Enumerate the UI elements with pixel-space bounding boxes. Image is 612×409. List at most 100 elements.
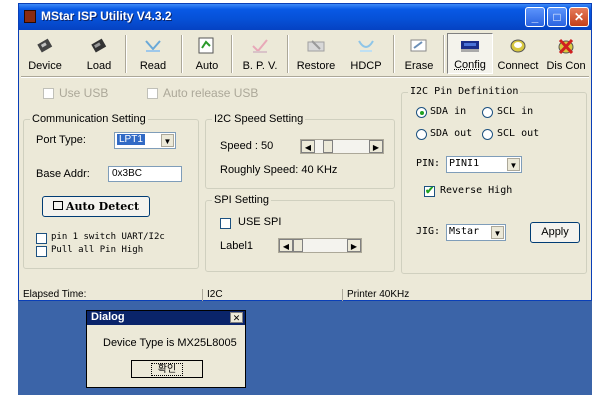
auto-detect-icon <box>52 201 63 210</box>
scl-out-label: SCL out <box>497 128 540 139</box>
i2c-speed-group: I2C Speed Setting Speed : 50 ◀ ▶ Roughly… <box>205 113 395 189</box>
chevron-down-icon[interactable]: ▼ <box>161 134 174 147</box>
toolbar-restore-button[interactable]: Restore <box>291 33 341 74</box>
device-type-dialog: Dialog ✕ Device Type is MX25L8005 확인 <box>86 310 246 388</box>
sda-out-radio[interactable] <box>416 129 427 140</box>
i2c-speed-title: I2C Speed Setting <box>212 113 306 125</box>
use-spi-checkbox[interactable] <box>220 218 231 229</box>
scl-in-label: SCL in <box>497 106 534 117</box>
auto-icon <box>198 37 214 54</box>
scl-out-radio[interactable] <box>482 129 493 140</box>
toolbar-hdcp-button[interactable]: HDCP <box>343 33 389 74</box>
pin1-switch-label: pin 1 switch UART/I2c <box>51 232 165 242</box>
pin-select[interactable]: PINI1 ▼ <box>446 156 522 173</box>
apply-button[interactable]: Apply <box>530 222 580 243</box>
jig-value: Mstar <box>449 226 480 237</box>
bpv-icon <box>252 39 268 53</box>
port-type-label: Port Type: <box>36 134 86 146</box>
title-bar[interactable]: MStar ISP Utility V4.3.2 _ □ ✕ <box>19 4 591 30</box>
toolbar-connect-button[interactable]: Connect <box>495 33 541 74</box>
dialog-title: Dialog <box>91 311 125 323</box>
pull-all-checkbox[interactable] <box>36 246 47 257</box>
toolbar-config-button[interactable]: Config <box>447 33 493 74</box>
scroll-right-icon[interactable]: ▶ <box>347 239 361 252</box>
toolbar-label: Auto <box>195 60 219 72</box>
slider-thumb[interactable] <box>293 239 303 252</box>
app-icon <box>24 10 36 23</box>
toolbar-load-button[interactable]: Load <box>77 33 121 74</box>
auto-release-usb-label: Auto release USB <box>163 86 259 100</box>
toolbar-separator <box>443 35 445 73</box>
chevron-down-icon[interactable]: ▼ <box>507 158 520 171</box>
chevron-down-icon[interactable]: ▼ <box>491 226 504 239</box>
toolbar-separator <box>125 35 127 73</box>
restore-icon <box>307 40 325 52</box>
close-button[interactable]: ✕ <box>569 7 589 27</box>
toolbar-read-button[interactable]: Read <box>131 33 175 74</box>
communication-setting-group: Communication Setting Port Type: LPT1 ▼ … <box>23 113 199 269</box>
auto-detect-button[interactable]: Auto Detect <box>42 196 150 217</box>
toolbar-label: B. P. V. <box>242 60 278 72</box>
port-type-select[interactable]: LPT1 ▼ <box>114 132 176 149</box>
toolbar-disconnect-button[interactable]: Dis Con <box>543 33 589 74</box>
reverse-high-checkbox[interactable]: ✔ <box>424 185 435 197</box>
pull-all-label: Pull all Pin High <box>51 245 144 255</box>
toolbar-label: HDCP <box>350 60 382 72</box>
toolbar-erase-button[interactable]: Erase <box>397 33 441 74</box>
disconnect-icon <box>558 38 574 55</box>
config-icon <box>461 41 479 52</box>
spi-slider[interactable]: ◀ ▶ <box>278 238 362 253</box>
communication-setting-title: Communication Setting <box>30 113 148 125</box>
toolbar-label: Device <box>28 60 62 72</box>
load-icon <box>91 38 107 53</box>
slider-thumb[interactable] <box>323 140 333 153</box>
toolbar-separator <box>393 35 395 73</box>
pin1-switch-checkbox[interactable] <box>36 233 47 244</box>
status-bar: Elapsed Time: I2C Printer 40KHz <box>21 289 589 301</box>
window-title: MStar ISP Utility V4.3.2 <box>41 9 172 23</box>
maximize-button[interactable]: □ <box>547 7 567 27</box>
main-window: MStar ISP Utility V4.3.2 _ □ ✕ Device Lo… <box>18 3 592 301</box>
dialog-ok-label: 확인 <box>150 363 184 376</box>
toolbar-separator <box>231 35 233 73</box>
sda-in-radio[interactable] <box>416 107 427 118</box>
base-addr-input[interactable]: 0x3BC <box>108 166 182 182</box>
printer-speed-text: Printer 40KHz <box>347 289 410 300</box>
toolbar-auto-button[interactable]: Auto <box>185 33 229 74</box>
minimize-button[interactable]: _ <box>525 7 545 27</box>
scroll-right-icon[interactable]: ▶ <box>369 140 383 153</box>
spi-setting-title: SPI Setting <box>212 194 272 206</box>
base-addr-value: 0x3BC <box>112 168 143 179</box>
device-icon <box>37 38 53 53</box>
use-spi-label: USE SPI <box>238 216 282 228</box>
bus-type-text: I2C <box>205 289 343 301</box>
pin-label: PIN: <box>416 158 441 169</box>
toolbar-label: Read <box>139 60 167 72</box>
jig-select[interactable]: Mstar ▼ <box>446 224 506 241</box>
scroll-left-icon[interactable]: ◀ <box>279 239 293 252</box>
hdcp-icon <box>358 40 374 52</box>
radio-dot <box>420 111 424 115</box>
dialog-ok-button[interactable]: 확인 <box>131 360 203 378</box>
scl-in-radio[interactable] <box>482 107 493 118</box>
toolbar-label: Dis Con <box>546 60 586 72</box>
toolbar-device-button[interactable]: Device <box>23 33 67 74</box>
i2c-pin-definition-title: I2C Pin Definition <box>408 86 521 97</box>
toolbar-label: Restore <box>296 60 336 72</box>
speed-label: Speed : 50 <box>220 140 274 152</box>
label1-text: Label1 <box>220 240 254 252</box>
spi-setting-group: SPI Setting USE SPI Label1 ◀ ▶ <box>205 194 395 272</box>
sda-out-label: SDA out <box>430 128 473 139</box>
toolbar: Device Load Read Auto B. P. V. Restore H… <box>21 33 589 75</box>
sda-in-label: SDA in <box>430 106 467 117</box>
reverse-high-label: Reverse High <box>440 185 513 196</box>
auto-release-usb-checkbox[interactable] <box>147 88 158 99</box>
toolbar-bpv-button[interactable]: B. P. V. <box>235 33 285 74</box>
scroll-left-icon[interactable]: ◀ <box>301 140 315 153</box>
use-usb-checkbox[interactable] <box>43 88 54 99</box>
port-type-value: LPT1 <box>117 134 145 145</box>
dialog-title-bar[interactable]: Dialog ✕ <box>87 311 245 325</box>
dialog-close-icon[interactable]: ✕ <box>230 312 243 323</box>
speed-slider[interactable]: ◀ ▶ <box>300 139 384 154</box>
toolbar-label: Config <box>454 59 486 71</box>
